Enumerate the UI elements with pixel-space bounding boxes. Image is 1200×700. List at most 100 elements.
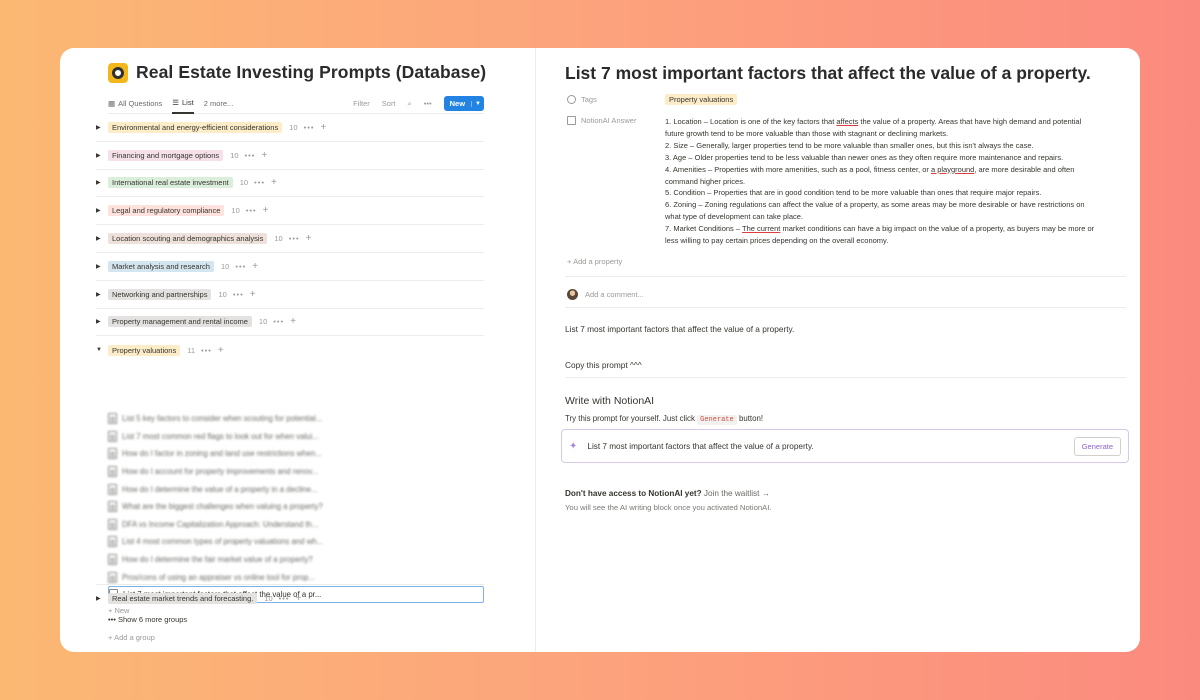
list-item-title: How do I determine the value of a proper… — [122, 484, 318, 494]
show-more-groups-button[interactable]: ••• Show 6 more groups — [108, 615, 187, 624]
group-add-icon[interactable]: + — [306, 233, 312, 244]
page-title: List 7 most important factors that affec… — [565, 63, 1091, 83]
tab-more-views[interactable]: 2 more... — [204, 94, 234, 114]
page-icon — [108, 518, 117, 530]
group-more-icon[interactable]: ••• — [273, 317, 284, 326]
tags-label: Tags — [581, 95, 597, 104]
chevron-right-icon[interactable]: ▶ — [96, 207, 108, 214]
try-text: Try this prompt for yourself. Just click — [565, 414, 695, 423]
group-tag: Legal and regulatory compliance — [108, 205, 225, 217]
list-item[interactable]: How do I determine the value of a proper… — [108, 480, 484, 498]
add-property-label: Add a property — [573, 257, 623, 266]
database-logo-icon — [108, 62, 128, 83]
group-add-icon[interactable]: + — [290, 316, 296, 327]
group-row[interactable]: ▶ Networking and partnerships 10 ••• + — [96, 281, 484, 309]
group-add-icon[interactable]: + — [296, 593, 302, 604]
list-item[interactable]: List 5 key factors to consider when scou… — [108, 410, 484, 428]
group-add-icon[interactable]: + — [263, 205, 269, 216]
group-real-estate-trends: ▶ Real estate market trends and forecast… — [96, 584, 484, 613]
new-button-label: New — [449, 99, 466, 108]
notionai-answer-property: NotionAI Answer 1. Location – Location i… — [567, 116, 1125, 247]
answer-line: 2. Size – Generally, larger properties t… — [665, 140, 1034, 150]
group-count: 10 — [231, 206, 240, 216]
group-row[interactable]: ▶ Real estate market trends and forecast… — [96, 585, 484, 613]
group-add-icon[interactable]: + — [250, 289, 256, 300]
group-more-icon[interactable]: ••• — [233, 290, 244, 299]
inline-code: Generate — [697, 415, 737, 425]
database-header: Real Estate Investing Prompts (Database) — [108, 62, 486, 83]
tab-list[interactable]: ☰ List — [172, 94, 194, 114]
tab-all-questions[interactable]: ▦ All Questions — [108, 94, 162, 114]
group-count: 10 — [258, 317, 268, 327]
group-more-icon[interactable]: ••• — [235, 262, 246, 271]
group-row[interactable]: ▶ Location scouting and demographics anal… — [96, 225, 484, 253]
waitlist-link[interactable]: Join the waitlist → — [704, 489, 770, 498]
group-count: 10 — [274, 234, 283, 244]
group-more-icon[interactable]: ••• — [246, 206, 257, 215]
more-options-icon[interactable]: ••• — [424, 99, 432, 108]
chevron-right-icon[interactable]: ▶ — [96, 263, 108, 270]
list-icon: ☰ — [172, 98, 180, 107]
group-more-icon[interactable]: ••• — [201, 346, 212, 355]
group-row[interactable]: ▼ Property valuations 11 ••• + — [96, 336, 484, 364]
tags-property-name[interactable]: Tags — [567, 94, 665, 105]
page-icon — [108, 554, 117, 566]
answer-text[interactable]: 1. Location – Location is one of the key… — [665, 116, 1125, 247]
group-add-icon[interactable]: + — [271, 177, 277, 188]
chevron-right-icon[interactable]: ▶ — [96, 179, 108, 186]
tag-property-valuations[interactable]: Property valuations — [665, 94, 738, 105]
tab-label: 2 more... — [203, 99, 234, 108]
chevron-down-icon[interactable]: ▼ — [471, 100, 484, 107]
filter-button[interactable]: Filter — [353, 99, 370, 108]
add-property-button[interactable]: + Add a property — [567, 257, 622, 266]
group-add-icon[interactable]: + — [320, 122, 326, 133]
chevron-right-icon[interactable]: ▶ — [96, 318, 108, 325]
list-item[interactable]: DFA vs Income Capitalization Approach: U… — [108, 516, 484, 534]
group-row[interactable]: ▶ International real estate investment 10 •… — [96, 170, 484, 198]
group-tag: Environmental and energy-efficient consi… — [108, 121, 283, 133]
answer-property-name[interactable]: NotionAI Answer — [567, 116, 665, 247]
chevron-down-icon[interactable]: ▼ — [96, 347, 108, 353]
list-item[interactable]: How do I factor in zoning and land use r… — [108, 445, 484, 463]
list-item[interactable]: How do I determine the fair market value… — [108, 551, 484, 569]
list-item[interactable]: How do I account for property improvemen… — [108, 463, 484, 481]
divider — [565, 307, 1126, 308]
chevron-right-icon[interactable]: ▶ — [96, 291, 108, 298]
group-row[interactable]: ▶ Property management and rental income 10… — [96, 309, 484, 337]
list-item[interactable]: List 7 most common red flags to look out… — [108, 428, 484, 446]
list-item[interactable]: List 4 most common types of property val… — [108, 533, 484, 551]
chevron-right-icon[interactable]: ▶ — [96, 152, 108, 159]
group-row[interactable]: ▶ Market analysis and research 10 ••• + — [96, 253, 484, 281]
group-more-icon[interactable]: ••• — [245, 151, 256, 160]
search-icon[interactable]: ⌕ — [408, 99, 412, 109]
answer-line: 7. Market Conditions – The current marke… — [665, 224, 1095, 234]
group-more-icon[interactable]: ••• — [254, 178, 265, 187]
group-row[interactable]: ▶ Legal and regulatory compliance 10 ••• + — [96, 197, 484, 226]
group-more-icon[interactable]: ••• — [279, 594, 290, 603]
group-more-icon[interactable]: ••• — [304, 123, 315, 132]
group-add-icon[interactable]: + — [261, 150, 267, 161]
group-tag: Financing and mortgage options — [108, 149, 224, 161]
add-group-label: Add a group — [114, 633, 155, 642]
group-add-icon[interactable]: + — [218, 345, 224, 356]
sort-button[interactable]: Sort — [382, 99, 396, 108]
group-row[interactable]: ▶ Environmental and energy-efficient cons… — [96, 114, 484, 142]
group-more-icon[interactable]: ••• — [289, 234, 300, 243]
group-tag: Networking and partnerships — [108, 288, 212, 300]
chevron-right-icon[interactable]: ▶ — [96, 124, 108, 131]
generate-button[interactable]: Generate — [1073, 436, 1121, 456]
new-button[interactable]: New ▼ — [443, 96, 484, 111]
answer-line: 4. Amenities – Properties with more amen… — [665, 164, 1075, 174]
add-group-button[interactable]: + Add a group — [108, 633, 155, 642]
tags-icon — [567, 95, 576, 104]
page-icon — [108, 430, 117, 442]
ai-prompt-text[interactable]: List 7 most important factors that affec… — [587, 442, 813, 451]
list-item-title: List 4 most common types of property val… — [122, 537, 324, 547]
list-item[interactable]: What are the biggest challenges when val… — [108, 498, 484, 516]
group-add-icon[interactable]: + — [252, 261, 258, 272]
comment-input[interactable]: Add a comment... — [585, 290, 644, 299]
page-panel: List 7 most important factors that affec… — [537, 48, 1140, 652]
group-row[interactable]: ▶ Financing and mortgage options 10 ••• + — [96, 142, 484, 170]
chevron-right-icon[interactable]: ▶ — [96, 235, 108, 242]
chevron-right-icon[interactable]: ▶ — [96, 595, 108, 602]
